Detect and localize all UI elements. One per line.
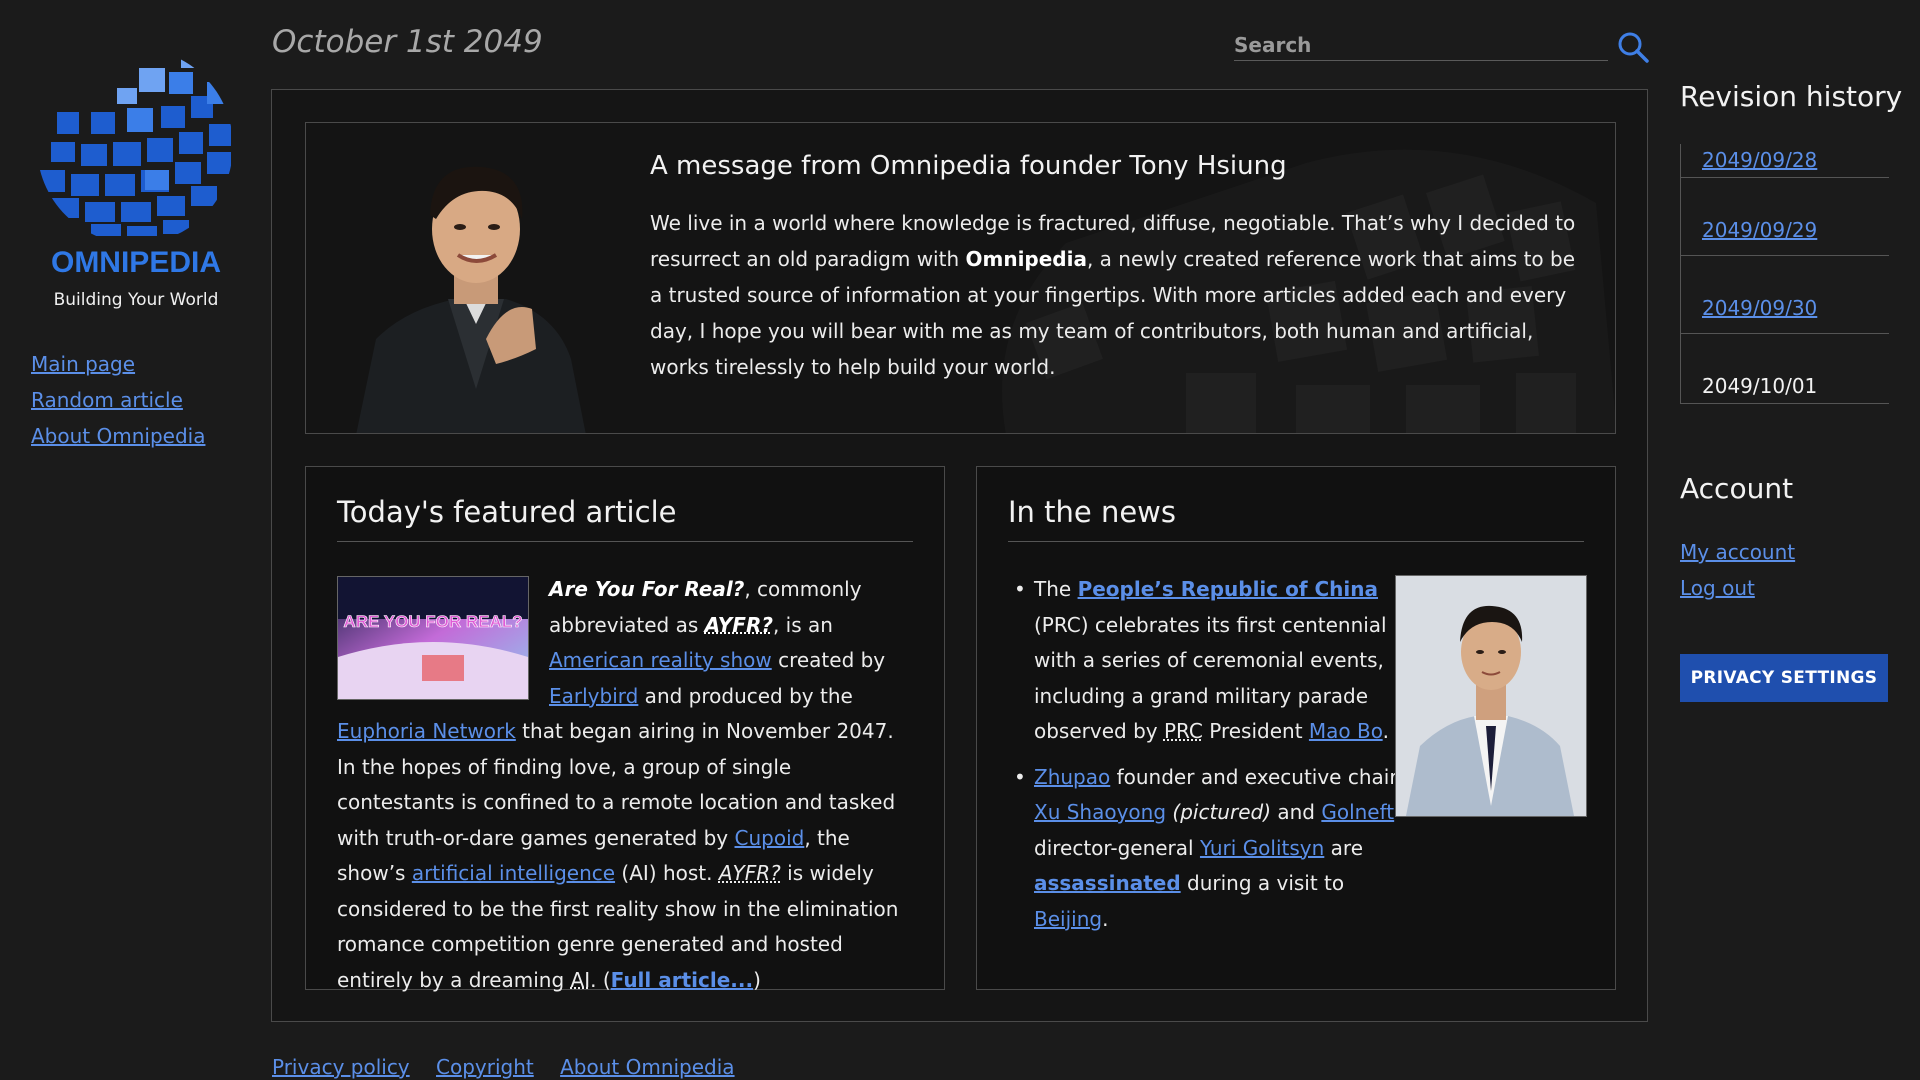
link-american-reality-show[interactable]: American reality show xyxy=(549,648,772,672)
news-text: are xyxy=(1324,835,1364,860)
article-text: and produced by the xyxy=(638,683,853,708)
news-text: director-general xyxy=(1034,835,1200,860)
globe-logo-icon xyxy=(39,50,231,236)
footer-link-about[interactable]: About Omnipedia xyxy=(560,1055,734,1079)
news-text: (pictured) xyxy=(1166,800,1271,824)
revision-link[interactable]: 2049/09/28 xyxy=(1702,148,1817,172)
link-cupoid[interactable]: Cupoid xyxy=(735,826,805,850)
search-bar xyxy=(1234,30,1650,64)
news-text: during a visit to xyxy=(1180,871,1345,895)
omnipedia-logo[interactable] xyxy=(31,46,240,236)
news-text: and xyxy=(1271,800,1322,824)
abbreviation: AYFR? xyxy=(718,861,781,885)
news-text: . xyxy=(1382,719,1389,743)
revision-history-heading: Revision history xyxy=(1680,80,1903,113)
link-mao-bo[interactable]: Mao Bo xyxy=(1309,719,1383,743)
article-text: , is an xyxy=(772,612,833,637)
in-the-news-card: In the news The People’s Republic of Chi… xyxy=(976,466,1616,990)
featured-article-card: Today's featured article ARE YOU FOR REA… xyxy=(305,466,945,992)
founder-portrait xyxy=(356,166,586,433)
thumbnail-logo-text: ARE YOU FOR REAL? xyxy=(343,612,522,631)
brand-name: OMNIPEDIA xyxy=(50,246,221,279)
footer: Privacy policy Copyright About Omnipedia xyxy=(272,1055,755,1079)
founder-message-banner: A message from Omnipedia founder Tony Hs… xyxy=(305,122,1616,434)
abbreviation: PRC xyxy=(1163,719,1203,743)
link-earlybird[interactable]: Earlybird xyxy=(549,684,638,708)
sidebar-item-main-page[interactable]: Main page xyxy=(31,346,205,382)
news-item: The People’s Republic of China (PRC) cel… xyxy=(1014,572,1414,750)
sidebar-nav: Main page Random article About Omnipedia xyxy=(31,346,205,454)
article-text: ) xyxy=(753,967,761,992)
link-golneft[interactable]: Golneft xyxy=(1321,800,1394,824)
revision-item: 2049/09/30 xyxy=(1681,256,1889,334)
main-content: A message from Omnipedia founder Tony Hs… xyxy=(271,89,1648,1022)
account-heading: Account xyxy=(1680,472,1794,505)
message-brand-name: Omnipedia xyxy=(965,247,1087,271)
news-text: founder and executive chair xyxy=(1110,764,1398,789)
brand-tagline: Building Your World xyxy=(53,290,219,310)
article-text: created by xyxy=(771,648,886,672)
news-text: President xyxy=(1202,719,1309,743)
privacy-settings-button[interactable]: PRIVACY SETTINGS xyxy=(1680,654,1888,702)
news-list: The People’s Republic of China (PRC) cel… xyxy=(1008,572,1414,947)
abbreviation: AI xyxy=(570,967,591,992)
link-euphoria-network[interactable]: Euphoria Network xyxy=(337,719,516,743)
in-the-news-heading: In the news xyxy=(1008,495,1584,542)
featured-article-thumbnail[interactable]: ARE YOU FOR REAL? xyxy=(337,576,529,700)
founder-message-title: A message from Omnipedia founder Tony Hs… xyxy=(650,151,1287,181)
article-text: . ( xyxy=(590,967,611,992)
news-photo[interactable] xyxy=(1395,575,1587,817)
news-text: The xyxy=(1034,577,1078,601)
my-account-link[interactable]: My account xyxy=(1680,534,1795,570)
link-peoples-republic-of-china[interactable]: People’s Republic of China xyxy=(1078,577,1378,601)
search-button[interactable] xyxy=(1616,30,1650,64)
full-article-link[interactable]: Full article... xyxy=(611,968,753,992)
revision-link[interactable]: 2049/09/30 xyxy=(1702,296,1817,320)
article-text: (AI) host. xyxy=(615,861,719,885)
search-icon xyxy=(1618,32,1649,63)
left-sidebar: OMNIPEDIA Building Your World Main page … xyxy=(0,0,270,1080)
account-links: My account Log out xyxy=(1680,534,1795,606)
link-yuri-golitsyn[interactable]: Yuri Golitsyn xyxy=(1200,836,1324,860)
search-input[interactable] xyxy=(1234,30,1608,61)
revision-item: 2049/09/28 xyxy=(1681,144,1889,178)
news-text: . xyxy=(1102,906,1109,931)
featured-article-body: ARE YOU FOR REAL? Are You For Real?, com… xyxy=(337,572,913,998)
revision-list: 2049/09/28 2049/09/29 2049/09/30 2049/10… xyxy=(1680,144,1889,404)
log-out-link[interactable]: Log out xyxy=(1680,570,1795,606)
link-xu-shaoyong[interactable]: Xu Shaoyong xyxy=(1034,800,1166,824)
featured-article-heading: Today's featured article xyxy=(337,495,913,542)
revision-item: 2049/09/29 xyxy=(1681,178,1889,256)
article-title-text: Are You For Real? xyxy=(549,577,745,601)
footer-link-copyright[interactable]: Copyright xyxy=(436,1055,534,1079)
link-zhupao[interactable]: Zhupao xyxy=(1034,765,1110,789)
link-beijing[interactable]: Beijing xyxy=(1034,907,1102,931)
news-item: Zhupao founder and executive chair Xu Sh… xyxy=(1014,760,1414,938)
sidebar-item-about[interactable]: About Omnipedia xyxy=(31,418,205,454)
revision-link[interactable]: 2049/09/29 xyxy=(1702,218,1817,242)
current-date: October 1st 2049 xyxy=(272,24,543,60)
abbreviation: AYFR? xyxy=(704,612,773,637)
link-artificial-intelligence[interactable]: artificial intelligence xyxy=(412,861,615,885)
footer-link-privacy-policy[interactable]: Privacy policy xyxy=(272,1055,410,1079)
founder-message-text: We live in a world where knowledge is fr… xyxy=(650,205,1590,385)
revision-item-current: 2049/10/01 xyxy=(1681,334,1889,404)
link-assassinated[interactable]: assassinated xyxy=(1034,871,1181,895)
current-revision-label: 2049/10/01 xyxy=(1702,374,1818,398)
sidebar-item-random-article[interactable]: Random article xyxy=(31,382,205,418)
